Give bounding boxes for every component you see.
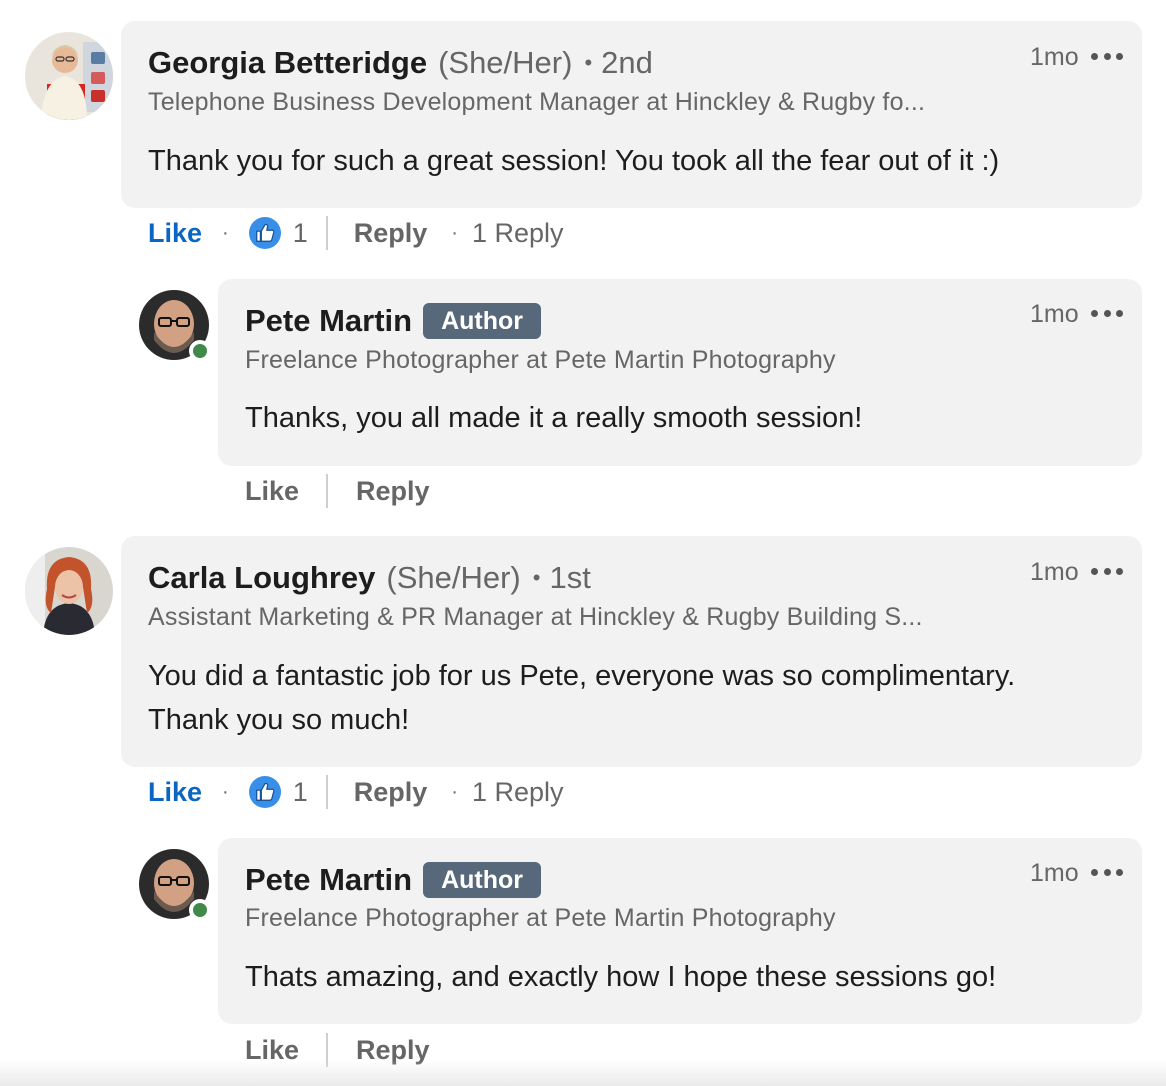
comment-actions: Like · 1 Reply · 1 Reply <box>148 216 563 250</box>
commenter-headline: Assistant Marketing & PR Manager at Hinc… <box>148 603 923 631</box>
reply-button[interactable]: Reply <box>354 218 428 249</box>
replies-count-link[interactable]: 1 Reply <box>472 218 564 249</box>
comment-actions: Like · 1 Reply · 1 Reply <box>148 775 563 809</box>
commenter-name[interactable]: Georgia Betteridge <box>148 45 427 81</box>
replies-count-link[interactable]: 1 Reply <box>472 777 564 808</box>
divider <box>326 474 329 508</box>
separator-dot: • <box>532 565 541 590</box>
like-reaction-icon[interactable] <box>248 776 281 808</box>
reaction-count[interactable]: 1 <box>293 218 308 249</box>
comment-timestamp: 1mo <box>1030 43 1079 71</box>
reply-timestamp: 1mo <box>1030 859 1079 887</box>
like-button[interactable]: Like <box>245 476 299 507</box>
connection-degree: 1st <box>549 560 591 595</box>
more-options-icon[interactable] <box>1091 51 1123 61</box>
online-status-icon <box>189 340 211 362</box>
commenter-headline: Telephone Business Development Manager a… <box>148 88 926 116</box>
connection-degree: 2nd <box>601 45 653 80</box>
author-badge: Author <box>423 862 542 898</box>
comment-timestamp: 1mo <box>1030 558 1079 586</box>
pronouns: (She/Her) <box>386 560 521 595</box>
reply-author-headline: Freelance Photographer at Pete Martin Ph… <box>245 904 836 932</box>
avatar-carla[interactable] <box>25 547 113 635</box>
divider <box>325 775 328 809</box>
like-button[interactable]: Like <box>148 218 202 249</box>
more-options-icon[interactable] <box>1091 867 1123 877</box>
like-button[interactable]: Like <box>148 777 202 808</box>
reply-button[interactable]: Reply <box>356 476 430 507</box>
reply-button[interactable]: Reply <box>354 777 428 808</box>
divider <box>325 216 328 250</box>
separator-dot: · <box>222 221 229 244</box>
separator-dot: · <box>451 780 458 803</box>
reply-author-row: Pete Martin Author <box>245 303 542 339</box>
more-options-icon[interactable] <box>1091 308 1123 318</box>
reaction-count[interactable]: 1 <box>293 777 308 808</box>
comment-text-line: Thank you so much! <box>148 704 410 736</box>
separator-dot: • <box>584 50 593 75</box>
reply-author-headline: Freelance Photographer at Pete Martin Ph… <box>245 346 836 374</box>
reply-author-name[interactable]: Pete Martin <box>245 303 412 339</box>
like-reaction-icon[interactable] <box>248 217 281 249</box>
reply-author-row: Pete Martin Author <box>245 862 542 898</box>
comment-text: Thank you for such a great session! You … <box>148 145 1000 177</box>
reply-actions: Like Reply <box>245 474 430 508</box>
reply-text: Thats amazing, and exactly how I hope th… <box>245 961 997 993</box>
scroll-fade <box>0 1060 1166 1086</box>
comment-author-row: Carla Loughrey (She/Her) • 1st <box>148 560 591 596</box>
separator-dot: · <box>222 780 229 803</box>
reply-text: Thanks, you all made it a really smooth … <box>245 402 863 434</box>
more-options-icon[interactable] <box>1091 566 1123 576</box>
comment-text-line: You did a fantastic job for us Pete, eve… <box>148 660 1016 692</box>
author-badge: Author <box>423 303 542 339</box>
separator-dot: · <box>451 221 458 244</box>
pronouns: (She/Her) <box>438 45 573 80</box>
online-status-icon <box>189 899 211 921</box>
avatar-georgia[interactable] <box>25 32 113 120</box>
commenter-name[interactable]: Carla Loughrey <box>148 560 375 596</box>
reply-timestamp: 1mo <box>1030 300 1079 328</box>
reply-author-name[interactable]: Pete Martin <box>245 862 412 898</box>
comment-author-row: Georgia Betteridge (She/Her) • 2nd <box>148 45 653 81</box>
